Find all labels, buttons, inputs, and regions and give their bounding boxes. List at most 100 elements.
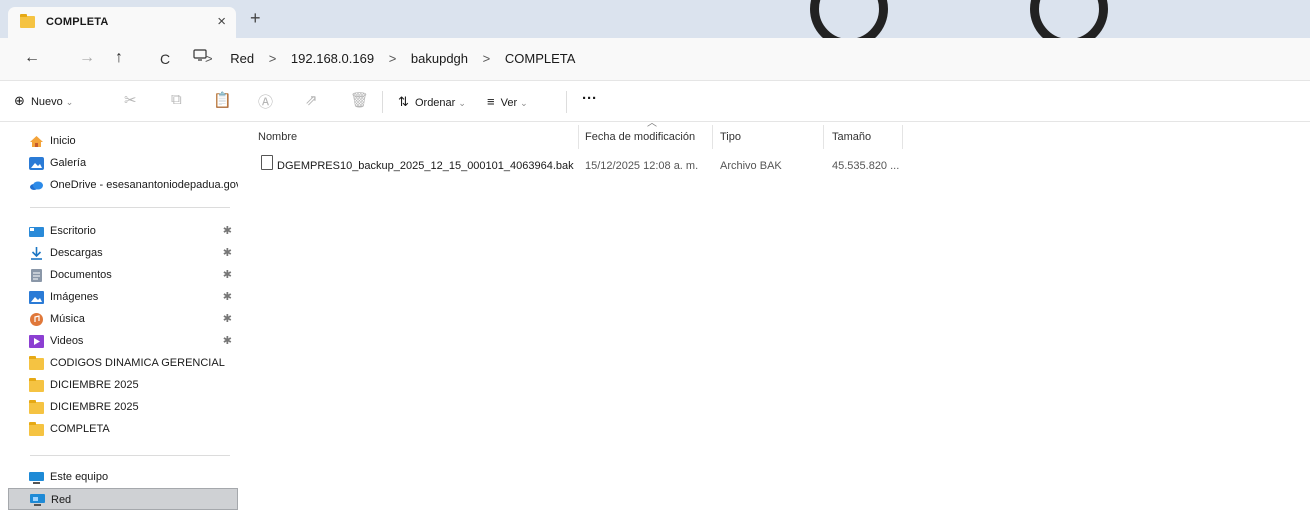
- column-divider[interactable]: [578, 125, 579, 149]
- sidebar-item-folder[interactable]: DICIEMBRE 2025: [8, 396, 238, 418]
- gallery-icon: [29, 156, 44, 170]
- more-options-button[interactable]: ···: [582, 90, 597, 107]
- sort-label: Ordenar: [414, 97, 456, 109]
- column-header-type[interactable]: Tipo: [720, 125, 741, 149]
- sidebar-item-escritorio[interactable]: Escritorio ✱: [8, 220, 238, 242]
- file-type: Archivo BAK: [720, 160, 782, 172]
- folder-icon: [29, 422, 44, 437]
- sidebar-item-videos[interactable]: Videos ✱: [8, 330, 238, 352]
- refresh-button[interactable]: C: [160, 50, 170, 68]
- close-tab-icon[interactable]: ×: [217, 13, 226, 30]
- sidebar-item-documentos[interactable]: Documentos ✱: [8, 264, 238, 286]
- pin-icon[interactable]: ✱: [223, 242, 232, 264]
- folder-icon: [20, 14, 35, 28]
- sidebar-item-galeria[interactable]: Galería: [8, 152, 238, 174]
- tab-completa[interactable]: COMPLETA ×: [8, 7, 236, 38]
- divider: [566, 91, 567, 113]
- breadcrumb-separator: >: [482, 51, 491, 66]
- breadcrumb-red[interactable]: Red: [230, 51, 254, 66]
- column-header-modified[interactable]: Fecha de modificación ︿: [585, 118, 695, 149]
- documents-icon: [29, 268, 44, 282]
- up-button[interactable]: ↑: [115, 49, 123, 67]
- folder-icon: [29, 356, 44, 371]
- sidebar-item-folder[interactable]: DICIEMBRE 2025: [8, 374, 238, 396]
- view-label: Ver: [500, 97, 518, 109]
- sort-icon: ⇅: [398, 94, 409, 109]
- sidebar-item-label: Música: [50, 313, 85, 325]
- file-row[interactable]: DGEMPRES10_backup_2025_12_15_000101_4063…: [258, 155, 899, 177]
- sidebar-item-red[interactable]: Red: [8, 488, 238, 510]
- share-icon[interactable]: ⇗: [305, 91, 318, 109]
- sidebar-item-inicio[interactable]: Inicio: [8, 130, 238, 152]
- copy-icon[interactable]: ⧉: [171, 91, 182, 108]
- breadcrumb-separator: >: [388, 51, 397, 66]
- column-divider[interactable]: [823, 125, 824, 149]
- sidebar-item-musica[interactable]: Música ✱: [8, 308, 238, 330]
- network-icon: [30, 492, 45, 506]
- sidebar-item-folder[interactable]: COMPLETA: [8, 418, 238, 440]
- forward-button[interactable]: →: [79, 49, 95, 67]
- desktop-icon: [29, 224, 44, 237]
- column-header-size[interactable]: Tamaño: [832, 125, 871, 149]
- back-button[interactable]: ←: [24, 49, 40, 67]
- divider: [382, 91, 383, 113]
- videos-icon: [29, 334, 44, 348]
- tab-bar: COMPLETA × +: [0, 0, 1310, 48]
- breadcrumb-completa[interactable]: COMPLETA: [505, 51, 576, 66]
- pin-icon[interactable]: ✱: [223, 220, 232, 242]
- file-icon: [261, 155, 273, 170]
- sidebar-item-label: Documentos: [50, 269, 112, 281]
- folder-icon: [29, 400, 44, 415]
- sidebar-item-label: Videos: [50, 335, 84, 347]
- sidebar-item-label: DICIEMBRE 2025: [50, 401, 139, 413]
- column-divider[interactable]: [902, 125, 903, 149]
- sort-button[interactable]: ⇅ Ordenar ⌄: [398, 94, 466, 110]
- breadcrumb-ip[interactable]: 192.168.0.169: [291, 51, 374, 66]
- sidebar-item-label: Inicio: [50, 135, 76, 147]
- new-label: Nuevo: [30, 96, 63, 108]
- pin-icon[interactable]: ✱: [223, 330, 232, 352]
- chevron-down-icon: ⌄: [458, 98, 466, 108]
- view-button[interactable]: ≡ Ver ⌄: [487, 94, 528, 109]
- sidebar-item-label: OneDrive - esesanantoniodepadua.gov: [50, 179, 238, 191]
- sidebar-item-label: Imágenes: [50, 291, 99, 303]
- pin-icon[interactable]: ✱: [223, 264, 232, 286]
- music-icon: [29, 312, 44, 326]
- delete-icon[interactable]: 🗑: [350, 91, 369, 109]
- sidebar-item-label: Este equipo: [50, 471, 109, 483]
- sidebar-item-folder[interactable]: CODIGOS DINAMICA GERENCIAL: [8, 352, 238, 374]
- pin-icon[interactable]: ✱: [223, 308, 232, 330]
- chevron-down-icon: ⌄: [520, 98, 528, 108]
- paste-icon[interactable]: 📋: [213, 91, 232, 109]
- folder-icon: [29, 378, 44, 393]
- sidebar-item-imagenes[interactable]: Imágenes ✱: [8, 286, 238, 308]
- file-name: DGEMPRES10_backup_2025_12_15_000101_4063…: [277, 160, 574, 172]
- address-bar: ← → ↑ C > Red > 192.168.0.169 > bakupdgh…: [0, 38, 1310, 80]
- cut-icon[interactable]: ✂: [124, 91, 137, 109]
- pictures-icon: [29, 290, 44, 304]
- sidebar-item-descargas[interactable]: Descargas ✱: [8, 242, 238, 264]
- sidebar-item-onedrive[interactable]: OneDrive - esesanantoniodepadua.gov: [8, 174, 238, 196]
- rename-icon[interactable]: Ⓐ: [258, 91, 273, 112]
- sidebar-item-label: Escritorio: [50, 225, 96, 237]
- new-tab-button[interactable]: +: [250, 9, 261, 27]
- column-divider[interactable]: [712, 125, 713, 149]
- sidebar-item-este-equipo[interactable]: Este equipo: [8, 466, 238, 488]
- sidebar-item-label: Descargas: [50, 247, 103, 259]
- sidebar-item-label: DICIEMBRE 2025: [50, 379, 139, 391]
- sidebar-item-label: CODIGOS DINAMICA GERENCIAL: [50, 357, 225, 369]
- breadcrumb: > Red > 192.168.0.169 > bakupdgh > COMPL…: [205, 51, 586, 66]
- navigation-pane: Inicio Galería OneDrive - esesanantoniod…: [0, 122, 242, 510]
- new-button[interactable]: ⊕ Nuevo ⌄: [14, 93, 73, 109]
- column-header-name[interactable]: Nombre: [258, 125, 297, 149]
- divider: [30, 455, 230, 456]
- divider: [30, 207, 230, 208]
- breadcrumb-bakupdgh[interactable]: bakupdgh: [411, 51, 468, 66]
- sidebar-item-label: Red: [51, 494, 72, 506]
- plus-circle-icon: ⊕: [14, 93, 25, 108]
- home-icon: [29, 134, 44, 147]
- pin-icon[interactable]: ✱: [223, 286, 232, 308]
- sidebar-item-label: COMPLETA: [50, 423, 110, 435]
- chevron-down-icon: ⌄: [65, 97, 74, 107]
- breadcrumb-separator: >: [205, 51, 213, 66]
